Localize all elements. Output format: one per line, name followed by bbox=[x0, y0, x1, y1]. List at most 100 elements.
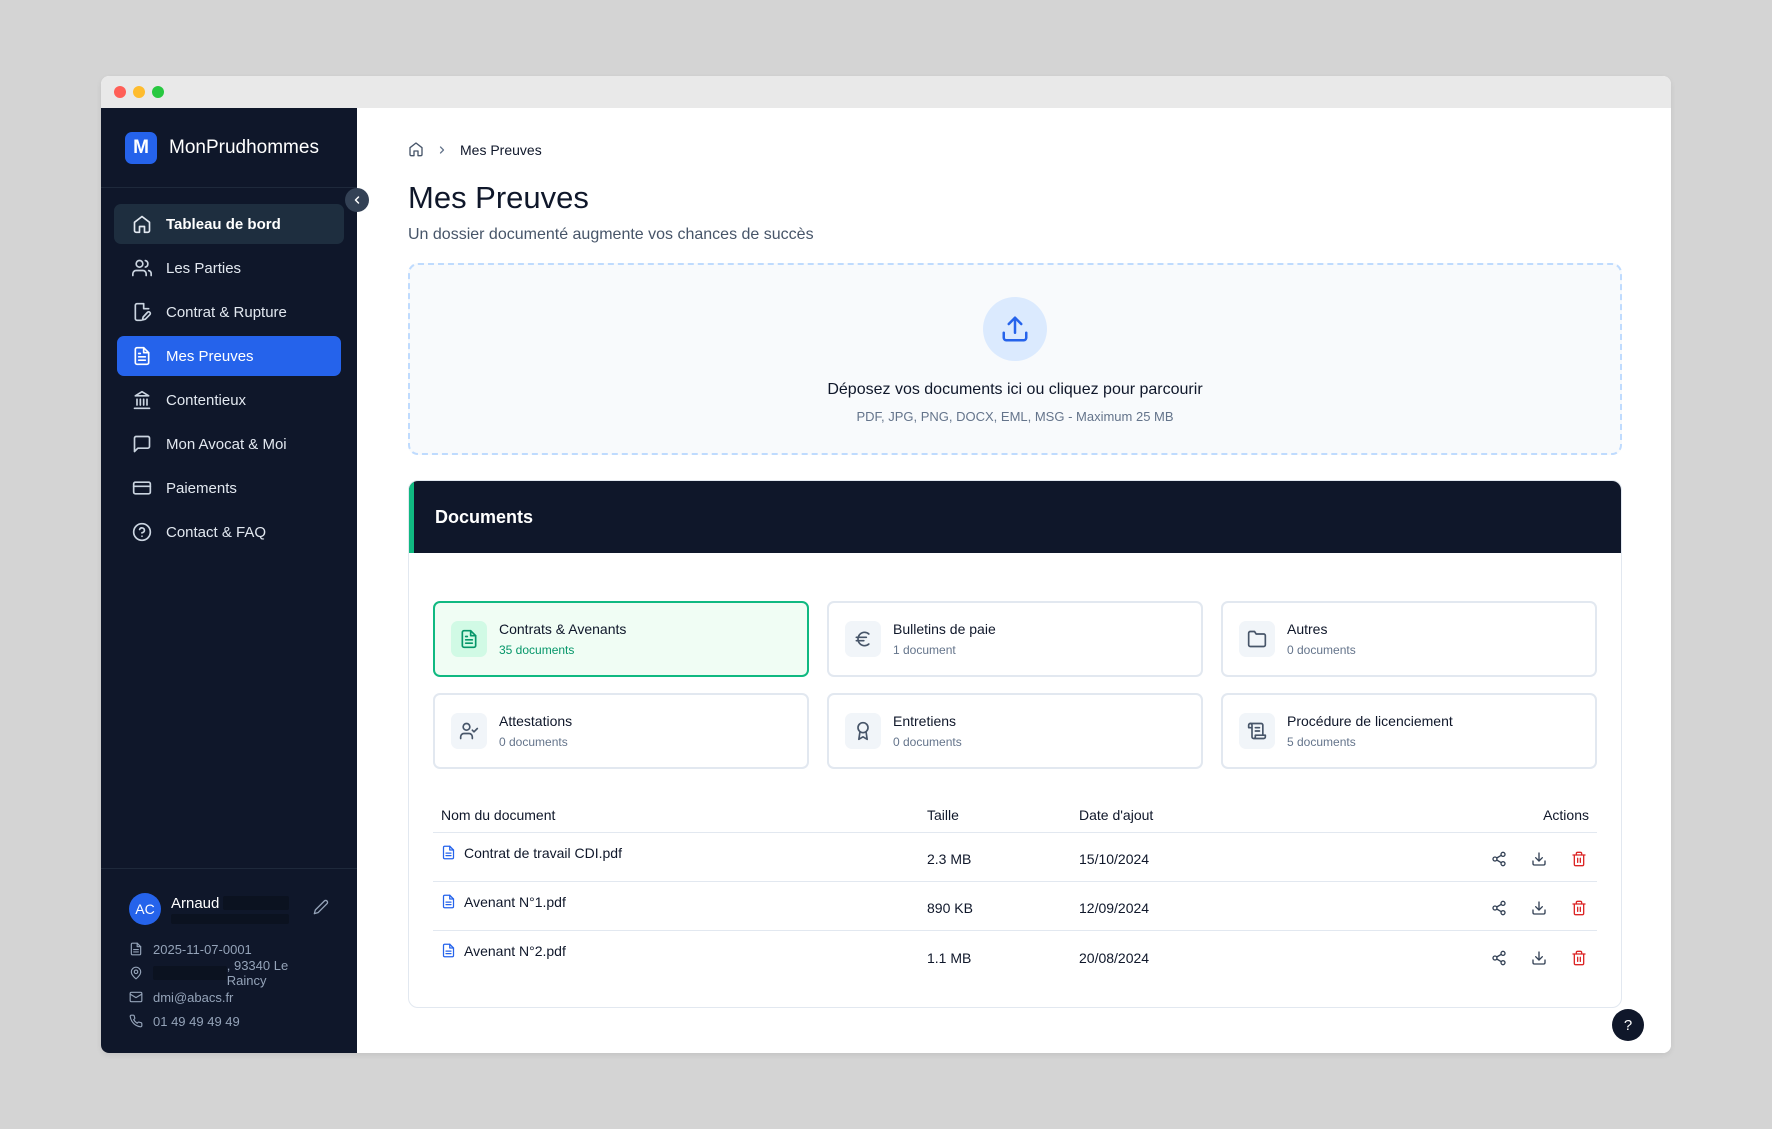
share-button[interactable] bbox=[1489, 849, 1509, 869]
chevron-left-icon bbox=[354, 196, 360, 204]
category-procedure-licenciement[interactable]: Procédure de licenciement 5 documents bbox=[1221, 693, 1597, 769]
download-button[interactable] bbox=[1529, 898, 1549, 918]
share-button[interactable] bbox=[1489, 948, 1509, 968]
document-date: 15/10/2024 bbox=[1079, 851, 1150, 867]
file-icon bbox=[441, 894, 456, 909]
case-number: 2025-11-07-0001 bbox=[153, 941, 252, 957]
sidebar-item-label: Mon Avocat & Moi bbox=[166, 435, 287, 453]
file-text-icon bbox=[451, 621, 487, 657]
breadcrumb: Mes Preuves bbox=[408, 140, 1622, 160]
document-date: 20/08/2024 bbox=[1079, 949, 1150, 966]
category-name: Entretiens bbox=[893, 713, 957, 729]
document-name[interactable]: Contrat de travail CDI.pdf bbox=[464, 845, 622, 861]
category-attestations[interactable]: Attestations 0 documents bbox=[433, 693, 809, 769]
sidebar-item-mon-avocat[interactable]: Mon Avocat & Moi bbox=[117, 424, 341, 464]
credit-card-icon bbox=[131, 477, 153, 499]
app-window: M MonPrudhommes Tableau de bord Les Part… bbox=[101, 76, 1671, 1053]
delete-button[interactable] bbox=[1569, 849, 1589, 869]
category-name: Attestations bbox=[499, 713, 573, 729]
sidebar-item-tableau-de-bord[interactable]: Tableau de bord bbox=[114, 204, 344, 244]
file-icon bbox=[441, 845, 456, 860]
trash-icon bbox=[1572, 900, 1586, 916]
delete-button[interactable] bbox=[1569, 948, 1589, 968]
redacted-field bbox=[171, 913, 289, 924]
address: , 93340 Le Raincy bbox=[226, 958, 289, 988]
category-name: Bulletins de paie bbox=[893, 621, 996, 637]
sidebar-item-mes-preuves[interactable]: Mes Preuves bbox=[117, 336, 341, 376]
close-window-button[interactable] bbox=[114, 86, 126, 98]
sidebar-item-label: Mes Preuves bbox=[166, 347, 254, 365]
help-button[interactable]: ? bbox=[1612, 1009, 1644, 1041]
sidebar-item-label: Tableau de bord bbox=[166, 215, 281, 233]
landmark-icon bbox=[131, 389, 153, 411]
brand-name: MonPrudhommes bbox=[169, 136, 319, 158]
category-count: 5 documents bbox=[1287, 735, 1356, 749]
redacted-surname bbox=[223, 896, 290, 910]
help-circle-icon bbox=[131, 521, 153, 543]
document-name[interactable]: Avenant N°1.pdf bbox=[464, 894, 566, 910]
chevron-right-icon bbox=[436, 144, 448, 156]
category-contrats-avenants[interactable]: Contrats & Avenants 35 documents bbox=[433, 601, 809, 677]
table-row: Contrat de travail CDI.pdf 2.3 MB 15/10/… bbox=[433, 833, 1597, 882]
share-icon bbox=[1492, 851, 1506, 867]
sidebar-item-les-parties[interactable]: Les Parties bbox=[117, 248, 341, 288]
download-icon bbox=[1532, 901, 1546, 915]
column-header-date[interactable]: Date d'ajout bbox=[1079, 807, 1437, 823]
page-title: Mes Preuves bbox=[408, 180, 589, 215]
scroll-icon bbox=[1239, 713, 1275, 749]
dropzone-title: Déposez vos documents ici ou cliquez pou… bbox=[827, 381, 1203, 398]
category-entretiens[interactable]: Entretiens 0 documents bbox=[827, 693, 1203, 769]
category-autres[interactable]: Autres 0 documents bbox=[1221, 601, 1597, 677]
brand[interactable]: M MonPrudhommes bbox=[101, 108, 357, 188]
edit-profile-button[interactable] bbox=[313, 899, 329, 920]
sidebar-item-label: Contact & FAQ bbox=[166, 523, 267, 541]
category-count: 0 documents bbox=[893, 735, 962, 749]
home-icon bbox=[409, 141, 423, 156]
brand-logo: M bbox=[125, 131, 157, 164]
category-name: Contrats & Avenants bbox=[499, 621, 627, 637]
download-button[interactable] bbox=[1529, 948, 1549, 968]
category-count: 1 document bbox=[893, 643, 956, 657]
file-icon bbox=[441, 943, 456, 958]
share-button[interactable] bbox=[1489, 898, 1509, 918]
delete-button[interactable] bbox=[1569, 898, 1589, 918]
file-edit-icon bbox=[131, 301, 153, 323]
minimize-window-button[interactable] bbox=[133, 86, 145, 98]
sidebar-item-contact-faq[interactable]: Contact & FAQ bbox=[117, 512, 341, 552]
users-icon bbox=[131, 257, 153, 279]
category-grid: Contrats & Avenants 35 documents Bulleti… bbox=[409, 553, 1621, 769]
maximize-window-button[interactable] bbox=[152, 86, 164, 98]
sidebar-nav: Tableau de bord Les Parties Contrat & Ru… bbox=[101, 188, 357, 552]
collapse-sidebar-button[interactable] bbox=[345, 188, 369, 212]
upload-dropzone[interactable]: Déposez vos documents ici ou cliquez pou… bbox=[408, 263, 1622, 455]
title-bar bbox=[101, 76, 1671, 108]
user-check-icon bbox=[451, 713, 487, 749]
documents-header: Documents bbox=[409, 481, 1621, 553]
address-row: , 93340 Le Raincy bbox=[129, 958, 329, 988]
category-bulletins-de-paie[interactable]: Bulletins de paie 1 document bbox=[827, 601, 1203, 677]
home-icon bbox=[131, 213, 153, 235]
document-name[interactable]: Avenant N°2.pdf bbox=[464, 943, 566, 959]
sidebar-item-label: Paiements bbox=[166, 479, 237, 497]
column-header-name[interactable]: Nom du document bbox=[433, 807, 927, 823]
sidebar-item-paiements[interactable]: Paiements bbox=[117, 468, 341, 508]
document-date: 12/09/2024 bbox=[1079, 900, 1150, 916]
folder-icon bbox=[1239, 621, 1275, 657]
download-icon bbox=[1532, 852, 1546, 866]
breadcrumb-home-link[interactable] bbox=[408, 141, 424, 160]
column-header-size[interactable]: Taille bbox=[927, 807, 1079, 823]
share-icon bbox=[1492, 950, 1506, 965]
message-square-icon bbox=[131, 433, 153, 455]
email-row: dmi@abacs.fr bbox=[129, 985, 329, 1009]
download-button[interactable] bbox=[1529, 849, 1549, 869]
sidebar-item-contrat-rupture[interactable]: Contrat & Rupture bbox=[117, 292, 341, 332]
main-content: Mes Preuves Mes Preuves Un dossier docum… bbox=[357, 108, 1671, 1053]
column-header-actions: Actions bbox=[1543, 806, 1589, 823]
redacted-street bbox=[152, 966, 227, 980]
sidebar-item-contentieux[interactable]: Contentieux bbox=[117, 380, 341, 420]
sidebar-item-label: Contrat & Rupture bbox=[166, 303, 287, 321]
phone-icon bbox=[129, 1013, 145, 1029]
euro-icon bbox=[845, 621, 881, 657]
phone: 01 49 49 49 49 bbox=[153, 1013, 240, 1029]
sidebar-item-label: Contentieux bbox=[166, 391, 247, 409]
